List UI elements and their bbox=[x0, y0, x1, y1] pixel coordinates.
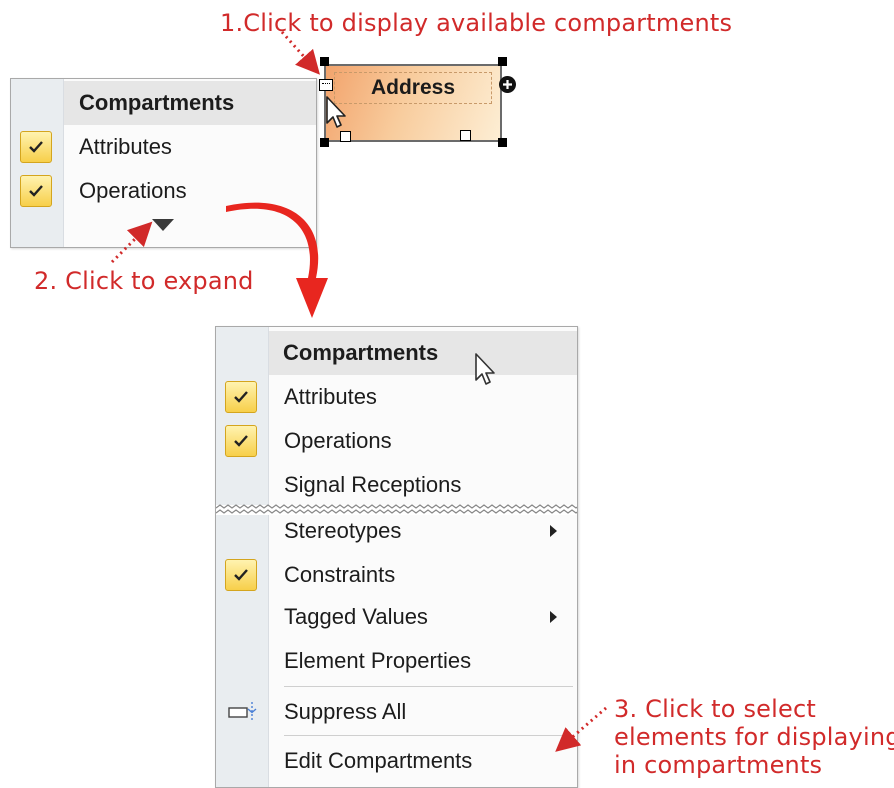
mouse-cursor-icon bbox=[326, 96, 346, 128]
node-title: Address bbox=[334, 72, 492, 104]
checkmark-icon bbox=[225, 381, 257, 413]
menu-item-suppress-all[interactable]: Suppress All bbox=[216, 690, 577, 734]
annotation-step-1: 1.Click to display available compartment… bbox=[220, 9, 733, 37]
menu-separator bbox=[284, 686, 573, 687]
resize-handle-top-left[interactable] bbox=[320, 57, 329, 66]
triangle-down-icon[interactable] bbox=[152, 219, 174, 231]
resize-handle-bottom-left[interactable] bbox=[320, 138, 329, 147]
checkmark-icon bbox=[225, 559, 257, 591]
handle-bottom-right-box[interactable] bbox=[460, 130, 471, 141]
mouse-cursor-icon bbox=[475, 353, 495, 385]
menu-item-attributes[interactable]: Attributes bbox=[216, 375, 577, 419]
checkmark-icon bbox=[20, 175, 52, 207]
menu-item-operations[interactable]: Operations bbox=[216, 419, 577, 463]
menu-item-stereotypes[interactable]: Stereotypes bbox=[216, 509, 577, 553]
suppress-all-icon bbox=[228, 702, 257, 722]
checkmark-icon bbox=[20, 131, 52, 163]
checkmark-icon bbox=[225, 425, 257, 457]
menu-item-edit-compartments[interactable]: Edit Compartments bbox=[216, 739, 577, 783]
submenu-arrow-icon bbox=[550, 611, 557, 623]
menu-item-element-properties[interactable]: Element Properties bbox=[216, 639, 577, 683]
annotation-step-3-line-3: in compartments bbox=[614, 751, 823, 779]
handle-bottom-left-box[interactable] bbox=[340, 131, 351, 142]
menu-item-tagged-values[interactable]: Tagged Values bbox=[216, 595, 577, 639]
compartments-menu-collapsed: Compartments Attributes Operations bbox=[10, 78, 317, 248]
resize-handle-bottom-right[interactable] bbox=[498, 138, 507, 147]
annotation-step-3-line-2: elements for displaying bbox=[614, 723, 894, 751]
menu-separator bbox=[284, 735, 573, 736]
submenu-arrow-icon bbox=[550, 525, 557, 537]
compartments-menu-expanded: Compartments Attributes Operations Signa… bbox=[215, 326, 578, 788]
menu-item-attributes[interactable]: Attributes bbox=[11, 125, 316, 169]
menu-item-constraints[interactable]: Constraints bbox=[216, 553, 577, 597]
add-icon[interactable] bbox=[499, 76, 516, 93]
annotation-step-3-line-1: 3. Click to select bbox=[614, 695, 816, 723]
compartments-toggle-icon[interactable] bbox=[319, 79, 333, 91]
menu-header-compartments: Compartments bbox=[269, 331, 577, 375]
menu-header-compartments: Compartments bbox=[64, 81, 316, 125]
resize-handle-top-right[interactable] bbox=[498, 57, 507, 66]
annotation-step-2: 2. Click to expand bbox=[34, 267, 254, 295]
menu-item-operations[interactable]: Operations bbox=[11, 169, 316, 213]
